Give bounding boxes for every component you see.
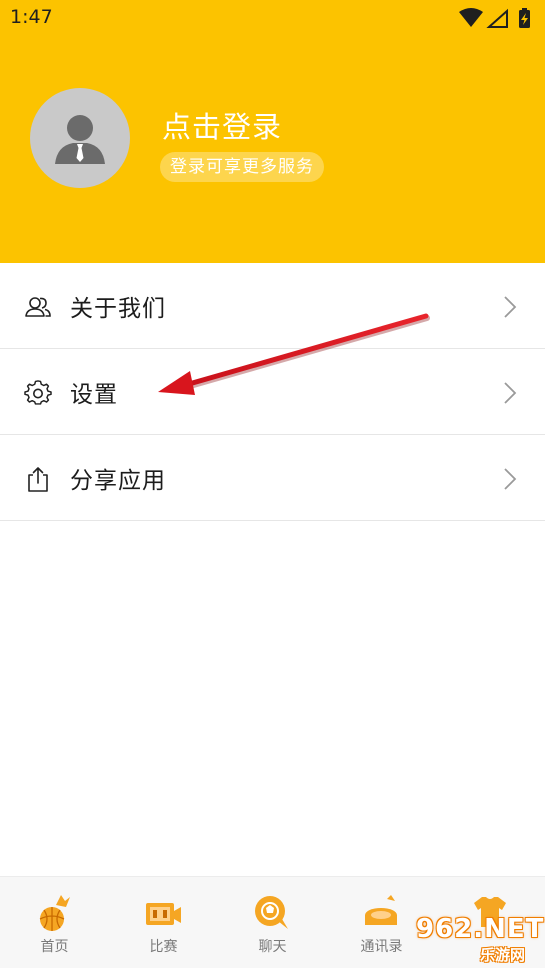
home-basketball-icon [39, 895, 70, 931]
menu-item-share-app[interactable]: 分享应用 [0, 435, 545, 521]
tab-home[interactable]: 首页 [0, 877, 109, 968]
tab-match[interactable]: 比赛 [109, 877, 218, 968]
menu-item-settings[interactable]: 设置 [0, 349, 545, 435]
status-bar: 1:47 [0, 0, 545, 36]
match-scoreboard-icon [146, 903, 181, 925]
login-subtitle-badge[interactable]: 登录可享更多服务 [160, 152, 324, 182]
tab-label: 比赛 [149, 939, 178, 955]
menu-item-label: 关于我们 [70, 296, 166, 322]
people-icon [25, 297, 51, 317]
signal-icon [486, 8, 508, 28]
contacts-stadium-icon [365, 895, 397, 925]
tab-label: 首页 [40, 939, 69, 955]
status-icons [459, 8, 530, 28]
chevron-right-icon [504, 382, 517, 404]
user-avatar-icon [55, 115, 105, 164]
menu-item-about-us[interactable]: 关于我们 [0, 263, 545, 349]
avatar[interactable] [30, 88, 130, 188]
battery-charging-icon [519, 8, 530, 28]
chevron-right-icon [504, 468, 517, 490]
tab-chat[interactable]: 聊天 [218, 877, 327, 968]
login-title[interactable]: 点击登录 [162, 104, 282, 146]
status-time: 1:47 [10, 6, 53, 28]
watermark-subtext: 乐游网 [480, 946, 526, 964]
menu-item-label: 分享应用 [70, 468, 166, 494]
watermark-text: 962.NET [416, 914, 545, 944]
wifi-icon [459, 8, 483, 27]
gear-icon [24, 380, 52, 405]
profile-header: 1:47 点击登录 登录可享更多服务 [0, 0, 545, 263]
watermark-logo: 962.NET 乐游网 [408, 912, 545, 968]
chevron-right-icon [504, 296, 517, 318]
chat-bubble-icon [255, 896, 288, 929]
menu-item-label: 设置 [70, 382, 118, 408]
share-icon [28, 467, 48, 492]
settings-menu: 关于我们 设置 分享应用 [0, 263, 545, 521]
tab-label: 聊天 [258, 939, 287, 955]
